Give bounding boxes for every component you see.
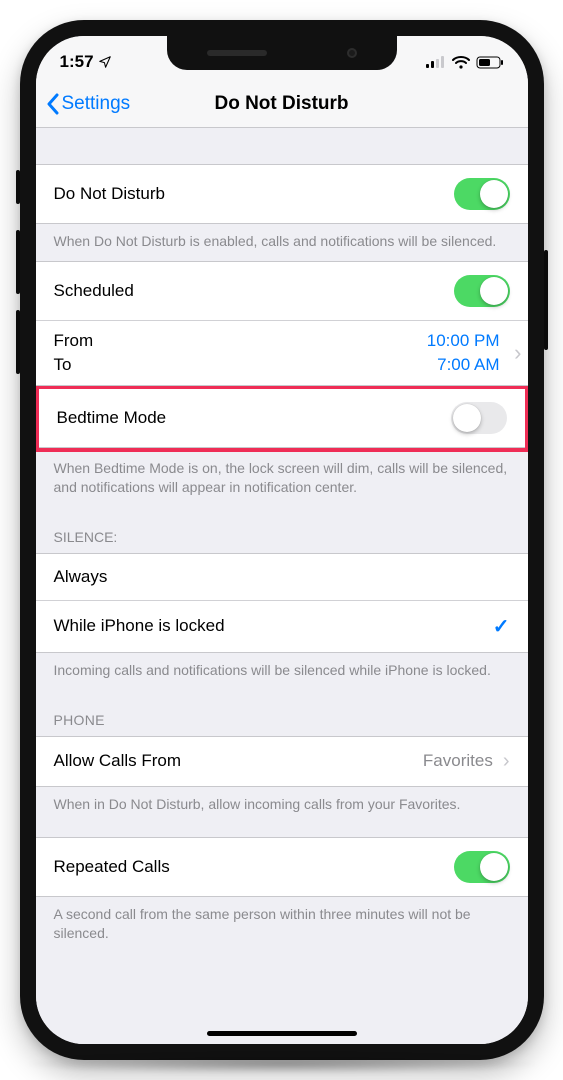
settings-content[interactable]: Do Not Disturb When Do Not Disturb is en… bbox=[36, 128, 528, 1044]
to-label: To bbox=[54, 355, 72, 375]
bedtime-mode-row[interactable]: Bedtime Mode bbox=[39, 389, 525, 448]
chevron-right-icon: › bbox=[503, 750, 510, 773]
phone-header: PHONE bbox=[36, 690, 528, 736]
power-button bbox=[544, 250, 548, 350]
phone-frame: 1:57 bbox=[20, 20, 544, 1060]
silence-locked-row[interactable]: While iPhone is locked ✓ bbox=[36, 600, 528, 653]
bedtime-mode-footer: When Bedtime Mode is on, the lock screen… bbox=[36, 451, 528, 507]
status-time: 1:57 bbox=[60, 52, 94, 72]
volume-down-button bbox=[16, 310, 20, 374]
silence-always-row[interactable]: Always bbox=[36, 553, 528, 600]
bedtime-mode-toggle[interactable] bbox=[451, 402, 507, 434]
from-value: 10:00 PM bbox=[410, 331, 510, 351]
mute-switch bbox=[16, 170, 20, 204]
back-button[interactable]: Settings bbox=[46, 93, 131, 115]
wifi-icon bbox=[452, 56, 470, 69]
notch bbox=[167, 36, 397, 70]
to-value: 7:00 AM bbox=[410, 355, 510, 375]
scheduled-label: Scheduled bbox=[54, 281, 134, 301]
do-not-disturb-toggle[interactable] bbox=[454, 178, 510, 210]
repeated-calls-label: Repeated Calls bbox=[54, 857, 170, 877]
chevron-right-icon: › bbox=[514, 340, 521, 366]
volume-up-button bbox=[16, 230, 20, 294]
do-not-disturb-row[interactable]: Do Not Disturb bbox=[36, 164, 528, 224]
repeated-calls-toggle[interactable] bbox=[454, 851, 510, 883]
home-indicator[interactable] bbox=[207, 1031, 357, 1036]
allow-calls-footer: When in Do Not Disturb, allow incoming c… bbox=[36, 787, 528, 824]
silence-header: SILENCE: bbox=[36, 507, 528, 553]
do-not-disturb-label: Do Not Disturb bbox=[54, 184, 165, 204]
allow-calls-row[interactable]: Allow Calls From Favorites › bbox=[36, 736, 528, 787]
speaker-grille bbox=[207, 50, 267, 56]
battery-icon bbox=[476, 56, 504, 69]
back-label: Settings bbox=[62, 93, 131, 115]
bedtime-mode-label: Bedtime Mode bbox=[57, 408, 167, 428]
allow-calls-value: Favorites bbox=[423, 751, 493, 771]
silence-locked-label: While iPhone is locked bbox=[54, 616, 225, 636]
repeated-calls-footer: A second call from the same person withi… bbox=[36, 897, 528, 963]
checkmark-icon: ✓ bbox=[493, 614, 510, 639]
navigation-bar: Settings Do Not Disturb bbox=[36, 80, 528, 128]
silence-always-label: Always bbox=[54, 567, 108, 587]
screen: 1:57 bbox=[36, 36, 528, 1044]
allow-calls-label: Allow Calls From bbox=[54, 751, 182, 771]
scheduled-row[interactable]: Scheduled bbox=[36, 261, 528, 320]
front-camera bbox=[347, 48, 357, 58]
from-label: From bbox=[54, 331, 94, 351]
chevron-left-icon bbox=[46, 93, 60, 115]
repeated-calls-row[interactable]: Repeated Calls bbox=[36, 837, 528, 897]
cellular-signal-icon bbox=[426, 56, 446, 68]
silence-footer: Incoming calls and notifications will be… bbox=[36, 653, 528, 690]
do-not-disturb-footer: When Do Not Disturb is enabled, calls an… bbox=[36, 224, 528, 261]
schedule-times-row[interactable]: From 10:00 PM To 7:00 AM › bbox=[36, 320, 528, 386]
bedtime-highlight: Bedtime Mode bbox=[36, 385, 528, 452]
scheduled-toggle[interactable] bbox=[454, 275, 510, 307]
location-icon bbox=[98, 55, 112, 69]
